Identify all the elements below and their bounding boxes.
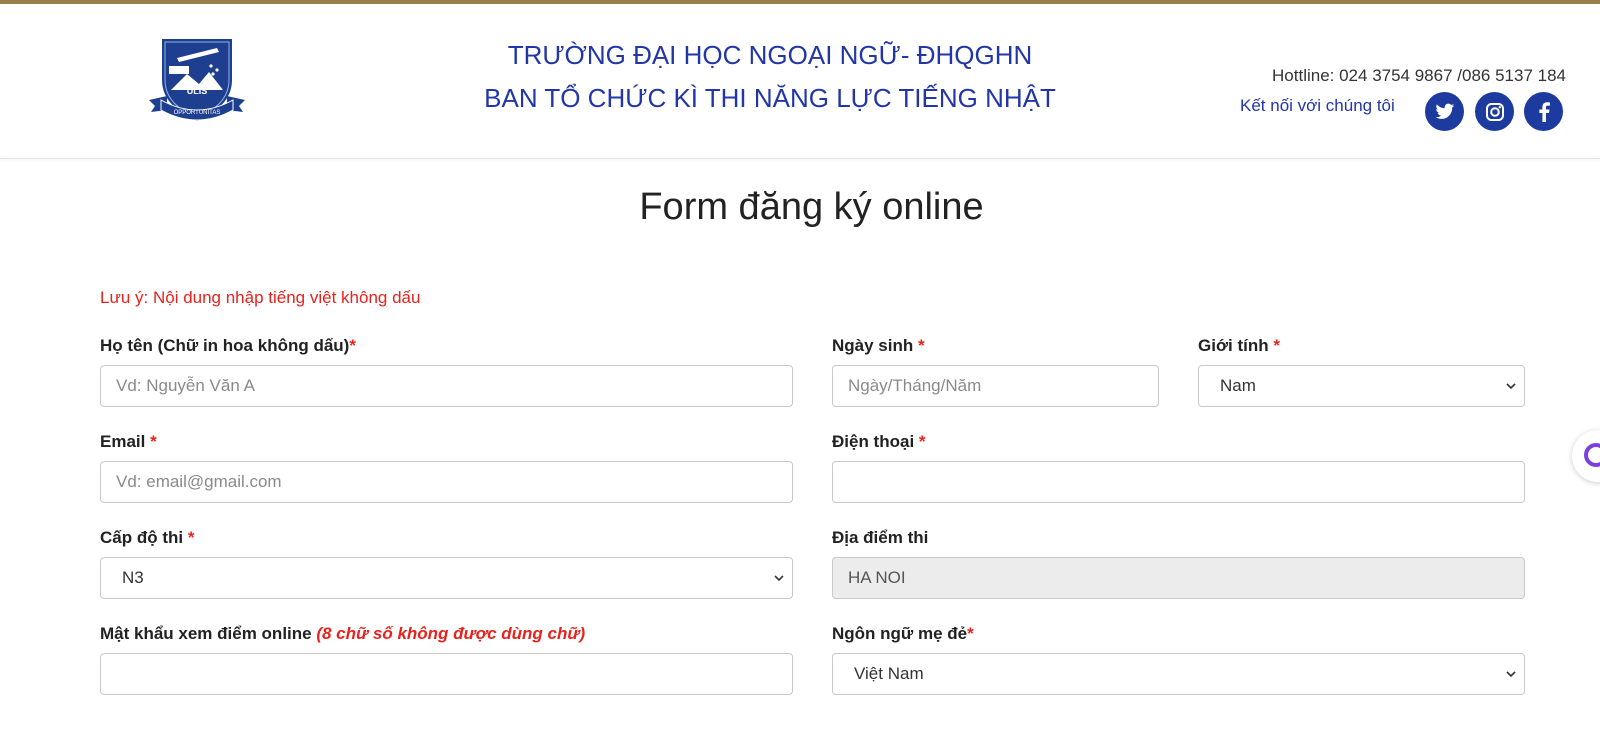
school-title: TRƯỜNG ĐẠI HỌC NGOẠI NGỮ- ĐHQGHN BAN TỔ … [470,34,1070,120]
chat-widget-button[interactable] [1572,430,1600,482]
hotline-text: Hottline: 024 3754 9867 /086 5137 184 [1272,66,1566,85]
password-label: Mật khẩu xem điểm online (8 chữ số không… [100,624,585,644]
required-mark: * [1273,336,1280,355]
logo-motto: OPPORTUNITAS [174,110,221,116]
instagram-button[interactable] [1475,92,1514,131]
chevron-down-icon [774,575,784,582]
email-input[interactable] [100,461,793,503]
location-field: HA NOI [832,557,1525,599]
dob-label-text: Ngày sinh [832,336,914,355]
instagram-icon [1485,102,1504,121]
password-input[interactable] [100,653,793,695]
native-language-label-text: Ngôn ngữ mẹ đẻ [832,624,968,643]
gender-label-text: Giới tính [1198,336,1269,355]
location-value: HA NOI [848,568,906,587]
school-name-line: TRƯỜNG ĐẠI HỌC NGOẠI NGỮ- ĐHQGHN [507,40,1033,70]
required-mark: * [349,336,356,355]
level-label-text: Cấp độ thi [100,528,184,547]
level-label: Cấp độ thi * [100,528,194,548]
phone-input[interactable] [832,461,1525,503]
required-mark: * [918,432,926,451]
email-label: Email * [100,432,157,452]
email-label-text: Email [100,432,146,451]
level-value: N3 [122,568,144,587]
chevron-down-icon [1506,383,1516,390]
gender-value: Nam [1220,376,1256,395]
location-label: Địa điểm thi [832,528,929,547]
dob-input[interactable] [832,365,1159,407]
gender-label: Giới tính * [1198,336,1280,356]
ulis-logo[interactable]: ULIS OPPORTUNITAS [147,30,247,126]
gender-select[interactable]: Nam [1198,365,1525,407]
facebook-icon [1538,101,1550,122]
input-note: Lưu ý: Nội dung nhập tiếng việt không dấ… [100,288,421,307]
exam-board-line: BAN TỔ CHỨC KÌ THI NĂNG LỰC TIẾNG NHẬT [484,83,1056,113]
phone-label: Điện thoại * [832,432,926,452]
required-mark: * [917,336,925,355]
password-label-text: Mật khẩu xem điểm online [100,624,312,643]
facebook-button[interactable] [1524,92,1563,131]
connect-label: Kết nối với chúng tôi [1240,96,1395,115]
password-hint: (8 chữ số không được dùng chữ) [316,624,586,643]
dob-label: Ngày sinh * [832,336,925,356]
page-title: Form đăng ký online [639,186,984,228]
fullname-input[interactable] [100,365,793,407]
fullname-label-text: Họ tên (Chữ in hoa không dấu) [100,336,350,355]
twitter-icon [1435,103,1454,119]
native-language-select[interactable]: Việt Nam [832,653,1525,695]
site-header: ULIS OPPORTUNITAS TRƯỜNG ĐẠI HỌC NGOẠI N… [0,4,1600,159]
phone-label-text: Điện thoại [832,432,915,451]
required-mark: * [967,624,974,643]
chevron-down-icon [1506,671,1516,678]
required-mark: * [187,528,195,547]
logo-text: ULIS [187,86,208,96]
native-language-value: Việt Nam [854,664,924,683]
fullname-label: Họ tên (Chữ in hoa không dấu)* [100,336,356,356]
native-language-label: Ngôn ngữ mẹ đẻ* [832,624,974,644]
level-select[interactable]: N3 [100,557,793,599]
chat-widget-icon [1584,443,1600,467]
required-mark: * [150,432,157,451]
twitter-button[interactable] [1425,92,1464,131]
